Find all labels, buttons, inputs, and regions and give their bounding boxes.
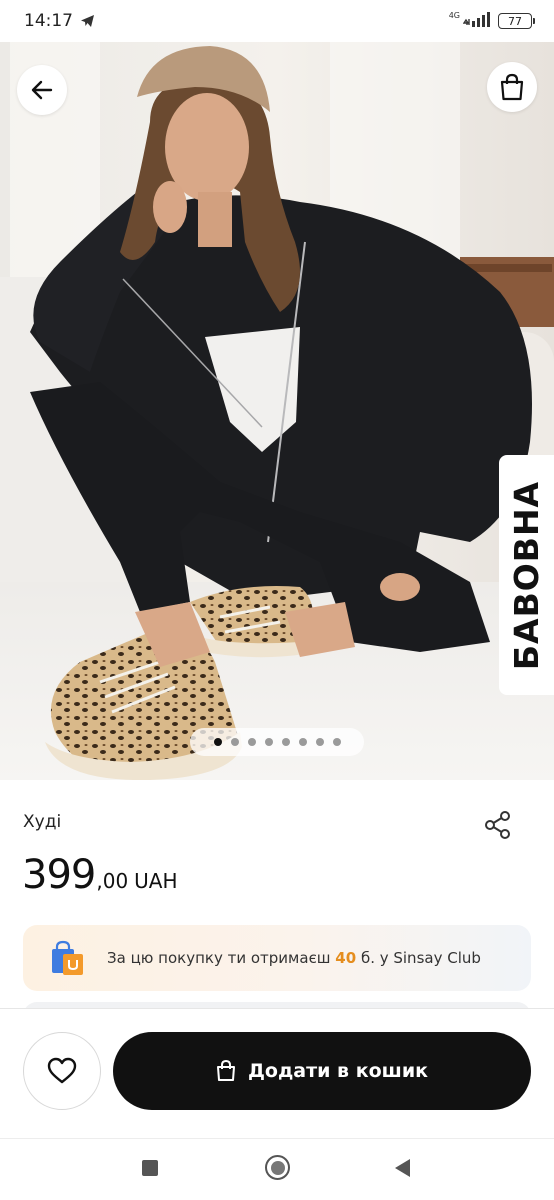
product-image-carousel[interactable]: БАВОВНА xyxy=(0,42,554,780)
favorite-button[interactable] xyxy=(23,1032,101,1110)
add-to-cart-label: Додати в кошик xyxy=(247,1060,429,1082)
sinsay-club-banner[interactable]: За цю покупку ти отримаєш 40 б. у Sinsay… xyxy=(23,925,531,991)
carousel-dot[interactable] xyxy=(247,738,256,746)
carousel-dot[interactable] xyxy=(264,738,273,746)
share-button[interactable] xyxy=(482,809,514,841)
back-button[interactable] xyxy=(17,65,67,115)
material-badge-text: БАВОВНА xyxy=(507,480,547,670)
club-text-before: За цю покупку ти отримаєш xyxy=(107,949,336,967)
club-reward-text: За цю покупку ти отримаєш 40 б. у Sinsay… xyxy=(107,949,481,967)
club-text-after: б. у Sinsay Club xyxy=(356,949,481,967)
add-to-cart-button[interactable]: Додати в кошик xyxy=(113,1032,531,1110)
shopping-bag-club-icon xyxy=(52,940,83,975)
shopping-bag-icon xyxy=(500,73,524,101)
status-indicators: 4G 77 xyxy=(448,10,535,31)
price-decimal: ,00 xyxy=(96,869,129,893)
status-time: 14:17 xyxy=(24,11,73,31)
arrow-left-icon xyxy=(31,80,53,100)
nav-back-button[interactable] xyxy=(395,1159,410,1177)
battery-icon: 77 xyxy=(498,13,535,29)
carousel-indicator[interactable] xyxy=(190,728,364,756)
recents-button[interactable] xyxy=(142,1160,158,1176)
system-nav-bar xyxy=(0,1138,554,1200)
material-badge: БАВОВНА xyxy=(499,455,554,695)
network-type: 4G xyxy=(448,10,460,20)
cart-button[interactable] xyxy=(487,62,537,112)
battery-level: 77 xyxy=(508,14,522,28)
signal-icon xyxy=(462,11,491,31)
price-currency: UAH xyxy=(134,869,178,893)
status-bar: 14:17 4G 77 xyxy=(0,0,554,42)
share-icon xyxy=(485,811,510,839)
bag-icon xyxy=(216,1060,235,1081)
telegram-send-icon xyxy=(80,14,95,28)
carousel-dot[interactable] xyxy=(315,738,324,746)
carousel-dot[interactable] xyxy=(230,738,239,746)
price-integer: 399 xyxy=(22,852,96,898)
carousel-dot[interactable] xyxy=(298,738,307,746)
club-points: 40 xyxy=(335,949,357,967)
carousel-dot[interactable] xyxy=(213,738,222,746)
product-photo xyxy=(0,42,554,780)
heart-icon xyxy=(47,1057,77,1084)
product-price: 399 ,00 UAH xyxy=(22,852,178,898)
carousel-dot[interactable] xyxy=(281,738,290,746)
home-button[interactable] xyxy=(265,1155,290,1180)
product-name: Худі xyxy=(23,812,62,832)
carousel-dot[interactable] xyxy=(332,738,341,746)
